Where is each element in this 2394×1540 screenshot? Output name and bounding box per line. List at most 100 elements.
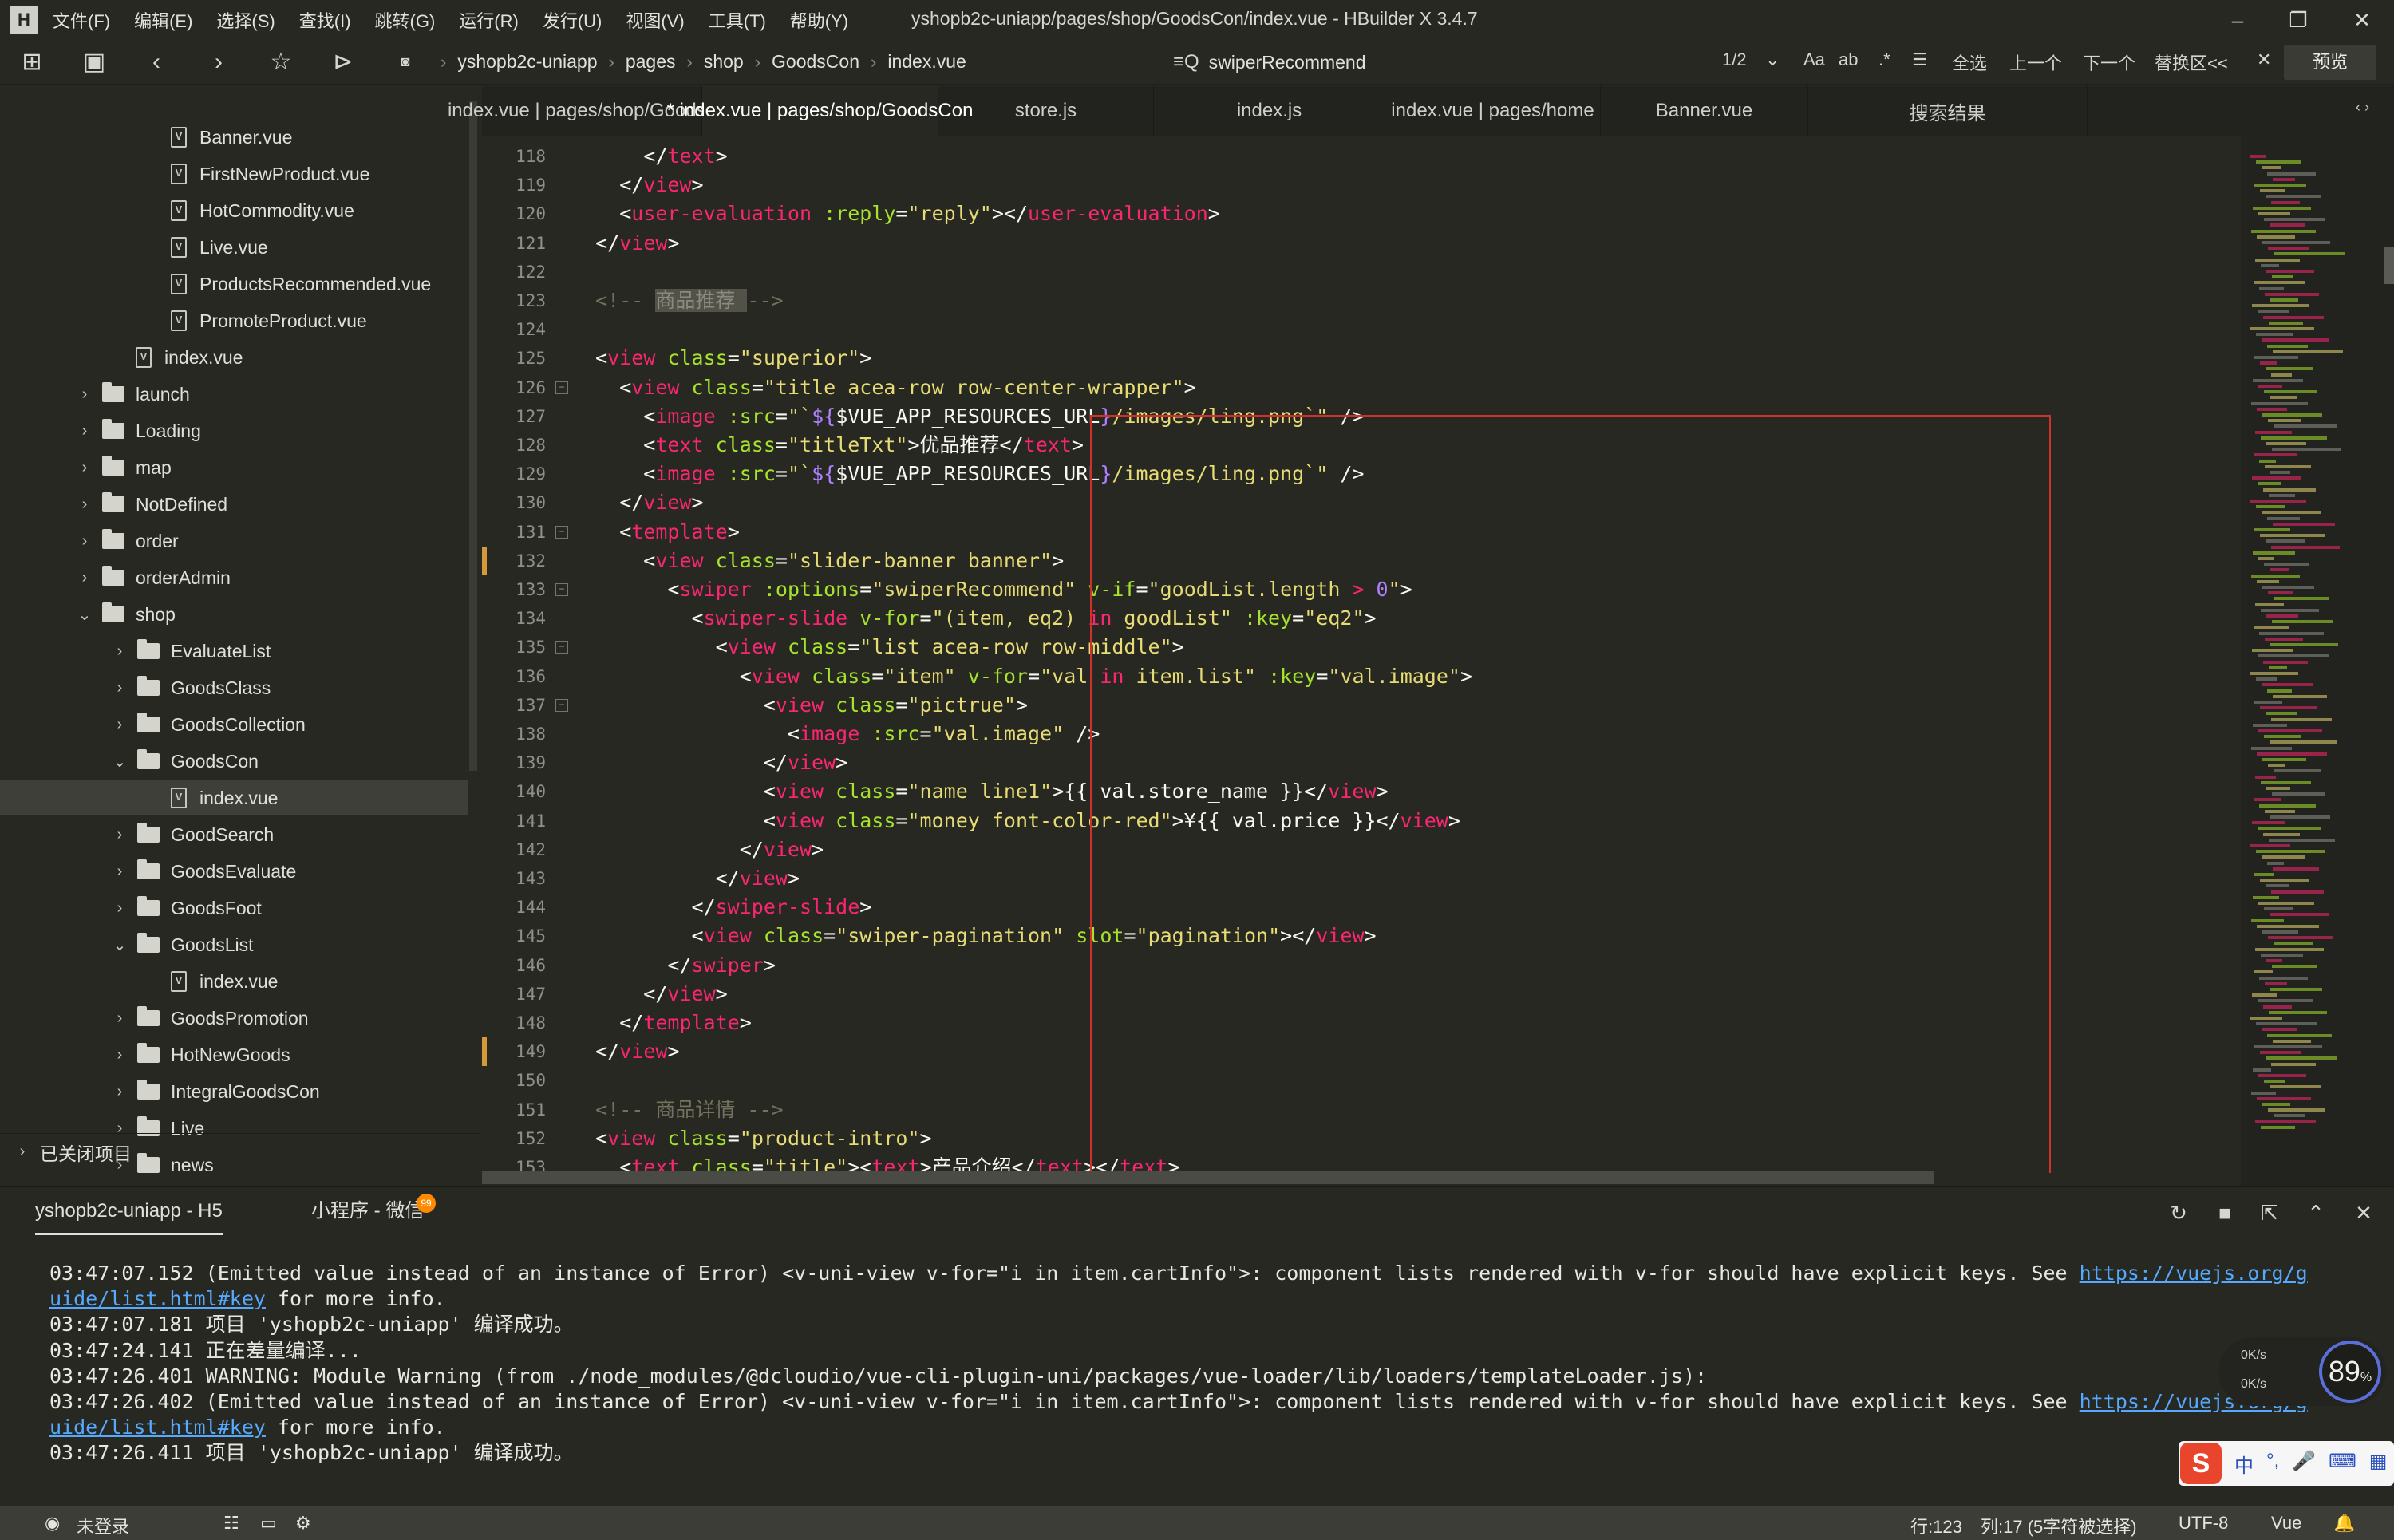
search-box[interactable]: ≡Q swiperRecommend [1173, 45, 1366, 80]
code-line[interactable]: </view> [571, 748, 847, 777]
code-line[interactable]: <text class="title"><text>产品介绍</text></t… [571, 1153, 1179, 1173]
code-line[interactable]: <text class="titleTxt">优品推荐</text> [571, 431, 1084, 460]
code-line[interactable]: </swiper> [571, 951, 775, 980]
tree-folder[interactable]: › launch [0, 377, 468, 412]
menu-item[interactable]: 发行(U) [543, 7, 602, 33]
login-status[interactable]: 未登录 [77, 1513, 129, 1538]
notification-bell-icon[interactable]: 🔔 [2333, 1513, 2355, 1534]
breadcrumb-item[interactable]: index.vue [887, 51, 966, 73]
editor-horizontal-scrollbar[interactable] [482, 1171, 1934, 1184]
code-line[interactable]: <view class="slider-banner banner"> [571, 547, 1064, 575]
file-encoding[interactable]: UTF-8 [2179, 1513, 2228, 1534]
menu-item[interactable]: 工具(T) [709, 7, 766, 33]
minimap[interactable] [2241, 136, 2394, 1186]
code-line[interactable]: </view> [571, 1037, 679, 1066]
editor-tab[interactable]: index.js [1154, 86, 1385, 136]
fold-toggle-icon[interactable]: − [555, 583, 568, 596]
code-line[interactable]: <view class="pictrue"> [571, 691, 1028, 720]
editor-tab[interactable]: index.vue | pages/home [1385, 86, 1601, 136]
chevron-down-icon[interactable]: ⌄ [110, 935, 129, 955]
select-all-button[interactable]: 全选 [1952, 49, 1987, 75]
tree-folder[interactable]: › IntegralGoodsCon [0, 1074, 468, 1109]
sidebar-scrollbar[interactable] [469, 101, 477, 771]
code-line[interactable]: <view class="product-intro"> [571, 1124, 932, 1153]
breadcrumb-item[interactable]: yshopb2c-uniapp [457, 51, 597, 73]
replace-toggle-button[interactable]: 替换区<< [2155, 49, 2228, 75]
tree-folder[interactable]: › GoodsClass [0, 670, 468, 705]
chevron-right-icon[interactable]: › [75, 459, 94, 477]
maximize-panel-icon[interactable]: ⌃ [2301, 1198, 2330, 1227]
fold-toggle-icon[interactable]: − [555, 525, 568, 539]
breadcrumb-item[interactable]: GoodsCon [772, 51, 859, 73]
clear-console-icon[interactable]: ✕ [2349, 1198, 2378, 1227]
ime-tool-icon[interactable]: ⌨ [2329, 1450, 2356, 1478]
close-window-icon[interactable]: ✕ [2338, 5, 2386, 35]
tree-folder[interactable]: › GoodsCollection [0, 707, 468, 742]
code-line[interactable]: <view class="title acea-row row-center-w… [571, 373, 1196, 402]
maximize-icon[interactable]: ❐ [2274, 5, 2322, 35]
match-dropdown-chevron-icon[interactable]: ⌄ [1765, 49, 1780, 70]
chevron-right-icon[interactable]: › [75, 422, 94, 440]
tab-scroll-arrows-icon[interactable]: ‹ › [2356, 99, 2369, 116]
chevron-right-icon[interactable]: › [75, 496, 94, 514]
code-line[interactable]: </text> [571, 142, 727, 171]
menu-item[interactable]: 运行(R) [459, 7, 519, 33]
previous-match-button[interactable]: 上一个 [2009, 49, 2062, 75]
code-line[interactable]: <image :src="val.image" /> [571, 720, 1100, 748]
code-line[interactable]: <!-- 商品详情 --> [571, 1096, 783, 1124]
code-line[interactable]: <template> [571, 518, 740, 547]
list-icon[interactable]: ☷ [223, 1513, 239, 1534]
tree-file[interactable]: V HotCommodity.vue [0, 193, 468, 228]
tree-folder[interactable]: › map [0, 450, 468, 485]
plugin-icon[interactable]: ⚙ [295, 1513, 311, 1534]
whole-word-toggle[interactable]: ab [1839, 49, 1858, 70]
wrap-lines-icon[interactable]: ☰ [1912, 49, 1928, 70]
fold-toggle-icon[interactable]: − [555, 381, 568, 394]
open-external-icon[interactable]: ⇱ [2255, 1198, 2284, 1227]
minimize-icon[interactable]: – [2214, 5, 2262, 35]
chevron-right-icon[interactable]: › [75, 385, 94, 404]
tree-folder[interactable]: › HotNewGoods [0, 1037, 468, 1072]
chevron-right-icon[interactable]: › [110, 1009, 129, 1028]
bookmark-star-icon[interactable]: ☆ [262, 43, 300, 81]
code-line[interactable]: </view> [571, 488, 703, 517]
breadcrumb-item[interactable]: shop [704, 51, 744, 73]
tree-folder[interactable]: › order [0, 523, 468, 559]
tree-file[interactable]: V PromoteProduct.vue [0, 303, 468, 338]
ime-tool-icon[interactable]: 中 [2234, 1450, 2254, 1478]
code-line[interactable]: </view> [571, 980, 727, 1009]
chevron-right-icon[interactable]: › [75, 532, 94, 551]
console-link[interactable]: uide/list.html#key [49, 1287, 266, 1310]
tree-folder[interactable]: › GoodsFoot [0, 890, 468, 926]
tree-folder[interactable]: ⌄ GoodsCon [0, 744, 468, 779]
chevron-right-icon[interactable]: › [110, 826, 129, 844]
code-line[interactable]: </view> [571, 229, 679, 258]
chevron-down-icon[interactable]: ⌄ [75, 605, 94, 625]
menu-item[interactable]: 跳转(G) [375, 7, 436, 33]
tree-folder[interactable]: ⌄ shop [0, 597, 468, 632]
cursor-column[interactable]: 列:17 (5字符被选择) [1981, 1513, 2137, 1538]
menu-item[interactable]: 编辑(E) [134, 7, 192, 33]
run-icon[interactable]: ⊳ [324, 43, 362, 81]
tree-file[interactable]: V Banner.vue [0, 120, 468, 155]
editor-tab[interactable]: store.js [938, 86, 1154, 136]
match-case-toggle[interactable]: Aa [1803, 49, 1825, 70]
chevron-right-icon[interactable]: › [75, 569, 94, 587]
code-line[interactable]: <user-evaluation :reply="reply"></user-e… [571, 199, 1220, 228]
code-line[interactable]: </view> [571, 864, 800, 893]
breadcrumb-item[interactable]: pages [626, 51, 676, 73]
chevron-right-icon[interactable]: › [110, 899, 129, 918]
tree-file[interactable]: V Live.vue [0, 230, 468, 265]
terminal-icon[interactable]: ▭ [260, 1513, 277, 1534]
code-line[interactable]: </view> [571, 835, 824, 864]
forward-icon[interactable]: › [200, 43, 238, 81]
file-language[interactable]: Vue [2271, 1513, 2301, 1534]
console-tab[interactable]: 小程序 - 微信 [311, 1187, 424, 1235]
tree-file[interactable]: Vindex.vue [0, 964, 468, 999]
ime-tool-icon[interactable]: 🎤 [2292, 1450, 2316, 1478]
menu-item[interactable]: 文件(F) [53, 7, 110, 33]
menu-item[interactable]: 视图(V) [626, 7, 684, 33]
chevron-right-icon[interactable]: › [110, 716, 129, 734]
tree-folder[interactable]: › NotDefined [0, 487, 468, 522]
menu-item[interactable]: 帮助(Y) [790, 7, 848, 33]
